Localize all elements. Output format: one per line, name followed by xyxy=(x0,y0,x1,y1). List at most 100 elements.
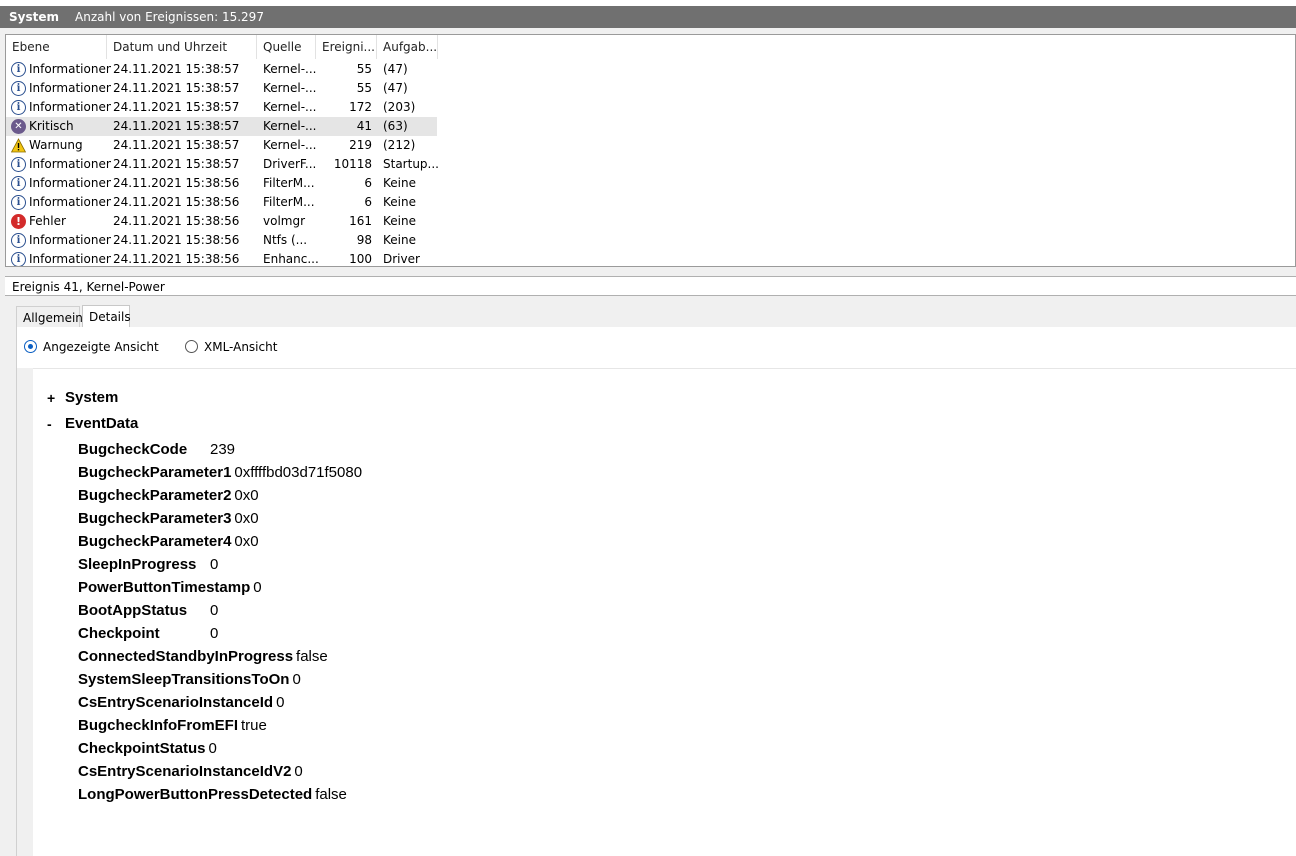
event-date-cell: 24.11.2021 15:38:57 xyxy=(113,119,240,133)
critical-icon: ✕ xyxy=(11,119,26,134)
event-source-cell: volmgr xyxy=(263,214,306,228)
event-date-cell: 24.11.2021 15:38:56 xyxy=(113,195,240,209)
event-task-cell: (47) xyxy=(383,81,408,95)
event-level-cell: i Informationen xyxy=(11,250,111,266)
event-date-cell: 24.11.2021 15:38:57 xyxy=(113,100,240,114)
event-task-cell: Keine xyxy=(383,176,416,190)
event-source-cell: Ntfs (... xyxy=(263,233,308,247)
field-value: 0 xyxy=(292,671,301,688)
event-task-cell: Keine xyxy=(383,195,416,209)
event-date-cell: 24.11.2021 15:38:57 xyxy=(113,138,240,152)
event-task-cell: (63) xyxy=(383,119,408,133)
info-icon: i xyxy=(11,252,26,266)
column-header-level[interactable]: Ebene xyxy=(6,35,107,59)
tree-node-eventdata[interactable]: EventData xyxy=(65,414,138,434)
field-value: 0 xyxy=(276,694,285,711)
collapse-eventdata-toggle[interactable]: - xyxy=(47,414,52,434)
content-divider xyxy=(33,368,1296,369)
field-key: CheckpointStatus xyxy=(78,740,206,757)
event-date-cell: 24.11.2021 15:38:57 xyxy=(113,62,240,76)
event-source-cell: Kernel-... xyxy=(263,100,317,114)
event-row[interactable]: i Informationen 24.11.2021 15:38:57 Kernel-… xyxy=(6,98,1295,117)
column-header-source[interactable]: Quelle xyxy=(257,35,316,59)
event-level-text: Warnung xyxy=(29,138,83,152)
log-title-bar: System Anzahl von Ereignissen: 15.297 xyxy=(0,6,1296,28)
event-id-cell: 55 xyxy=(356,62,372,76)
field-key: PowerButtonTimestamp xyxy=(78,579,251,596)
tab-general[interactable]: Allgemein xyxy=(16,306,83,327)
event-id-cell: 100 xyxy=(349,252,372,266)
event-source-cell: FilterM... xyxy=(263,195,315,209)
radio-friendly-view-label: Angezeigte Ansicht xyxy=(43,340,159,354)
eventdata-field-row: BugcheckParameter4 0x0 xyxy=(78,531,259,553)
field-value: 0xffffbd03d71f5080 xyxy=(234,464,363,481)
field-key: LongPowerButtonPressDetected xyxy=(78,786,313,803)
field-value: 0 xyxy=(294,763,303,780)
expand-system-toggle[interactable]: + xyxy=(47,388,55,408)
event-date-cell: 24.11.2021 15:38:56 xyxy=(113,233,240,247)
event-level-text: Informationen xyxy=(29,157,111,171)
field-key: ConnectedStandbyInProgress xyxy=(78,648,294,665)
field-value: 0x0 xyxy=(234,510,259,527)
event-id-cell: 10118 xyxy=(333,157,372,171)
event-row[interactable]: i Informationen 24.11.2021 15:38:57 Kernel-… xyxy=(6,60,1295,79)
event-task-cell: Keine xyxy=(383,233,416,247)
event-id-cell: 41 xyxy=(356,119,372,133)
event-list-header: Ebene Datum und Uhrzeit Quelle Ereigni..… xyxy=(6,35,1295,59)
event-row[interactable]: ✕ Kritisch 24.11.2021 15:38:57 Kernel-... 41… xyxy=(6,117,437,136)
event-date-cell: 24.11.2021 15:38:56 xyxy=(113,214,240,228)
event-row[interactable]: i Informationen 24.11.2021 15:38:56 FilterM… xyxy=(6,193,1295,212)
event-row[interactable]: i Informationen 24.11.2021 15:38:56 Ntfs (.… xyxy=(6,231,1295,250)
content-left-gutter xyxy=(17,368,33,856)
radio-xml-view-label: XML-Ansicht xyxy=(204,340,278,354)
event-level-text: Informationen xyxy=(29,195,111,209)
field-value: 0 xyxy=(210,602,219,619)
radio-xml-view[interactable]: XML-Ansicht xyxy=(185,338,285,356)
radio-friendly-view[interactable]: Angezeigte Ansicht xyxy=(24,338,164,356)
field-key: CsEntryScenarioInstanceIdV2 xyxy=(78,763,292,780)
event-row[interactable]: Warnung 24.11.2021 15:38:57 Kernel-... 219 (… xyxy=(6,136,1295,155)
event-id-cell: 219 xyxy=(349,138,372,152)
event-date-cell: 24.11.2021 15:38:56 xyxy=(113,252,240,266)
eventdata-field-row: Checkpoint 0 xyxy=(78,623,218,645)
eventdata-field-row: ConnectedStandbyInProgress false xyxy=(78,646,328,668)
event-row[interactable]: i Informationen 24.11.2021 15:38:56 Enhanc.… xyxy=(6,250,1295,266)
event-task-cell: (203) xyxy=(383,100,416,114)
info-icon: i xyxy=(11,81,26,96)
field-key: BugcheckParameter3 xyxy=(78,510,232,527)
warning-icon xyxy=(11,138,27,153)
event-level-cell: ✕ Kritisch xyxy=(11,117,111,136)
event-id-cell: 6 xyxy=(364,176,372,190)
event-task-cell: Driver xyxy=(383,252,420,266)
column-header-task[interactable]: Aufgab... xyxy=(377,35,438,59)
event-date-cell: 24.11.2021 15:38:57 xyxy=(113,157,240,171)
column-header-date[interactable]: Datum und Uhrzeit xyxy=(107,35,257,59)
info-icon: i xyxy=(11,62,26,77)
event-id-cell: 161 xyxy=(349,214,372,228)
event-row[interactable]: i Informationen 24.11.2021 15:38:57 Kernel-… xyxy=(6,79,1295,98)
event-source-cell: FilterM... xyxy=(263,176,315,190)
field-key: BugcheckInfoFromEFI xyxy=(78,717,239,734)
event-row[interactable]: i Informationen 24.11.2021 15:38:57 DriverF… xyxy=(6,155,1295,174)
eventdata-field-row: LongPowerButtonPressDetected false xyxy=(78,784,347,806)
event-source-cell: DriverF... xyxy=(263,157,317,171)
event-level-text: Informationen xyxy=(29,233,111,247)
event-level-text: Informationen xyxy=(29,176,111,190)
event-id-cell: 172 xyxy=(349,100,372,114)
radio-unselected-icon xyxy=(185,340,198,353)
field-value: 0 xyxy=(210,625,219,642)
field-value: false xyxy=(315,786,347,803)
event-row[interactable]: ! Fehler 24.11.2021 15:38:56 volmgr 161 Keine xyxy=(6,212,1295,231)
field-key: BugcheckCode xyxy=(78,441,188,458)
field-value: 0x0 xyxy=(234,487,259,504)
event-row[interactable]: i Informationen 24.11.2021 15:38:56 FilterM… xyxy=(6,174,1295,193)
tree-node-system[interactable]: System xyxy=(65,388,118,408)
column-header-event-id[interactable]: Ereigni... xyxy=(316,35,377,59)
event-rows: i Informationen 24.11.2021 15:38:57 Kernel-… xyxy=(6,60,1295,266)
event-level-cell: i Informationen xyxy=(11,231,111,250)
log-name: System xyxy=(9,10,59,24)
event-level-cell: i Informationen xyxy=(11,193,111,212)
tab-details[interactable]: Details xyxy=(82,305,131,327)
event-date-cell: 24.11.2021 15:38:57 xyxy=(113,81,240,95)
event-list[interactable]: Ebene Datum und Uhrzeit Quelle Ereigni..… xyxy=(5,34,1296,267)
